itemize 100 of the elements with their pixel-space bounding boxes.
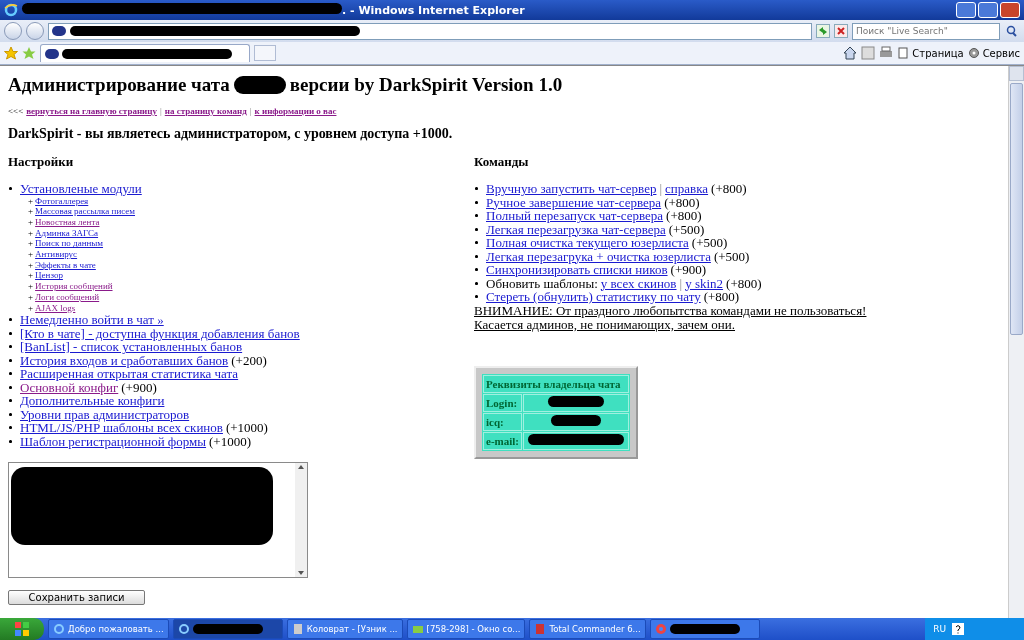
link[interactable]: Основной конфиг [20, 380, 119, 395]
taskbar-button[interactable] [649, 619, 760, 639]
forward-button[interactable] [26, 22, 44, 40]
text: (+500) [668, 222, 705, 236]
link[interactable]: к информации о вас [254, 106, 337, 116]
save-button[interactable]: Сохранить записи [8, 590, 145, 606]
link[interactable]: [Кто в чате] - доступна функция добавления банов [20, 326, 300, 341]
separator: | [679, 276, 683, 290]
link[interactable]: справка [665, 182, 709, 196]
link[interactable]: Шаблон регистрационной формы [20, 434, 207, 449]
text-area[interactable] [8, 462, 308, 579]
app-icon [534, 623, 547, 635]
text: (+800) [703, 290, 740, 304]
back-button[interactable] [4, 22, 22, 40]
taskbar-button[interactable] [172, 619, 283, 639]
link[interactable]: Дополнительные конфиги [20, 394, 165, 408]
link[interactable]: Легкая перезагрука + очистка юзерлиста [486, 249, 711, 263]
plus-sign: + [28, 216, 34, 228]
scroll-up-icon[interactable] [295, 463, 307, 472]
help-icon[interactable] [952, 623, 964, 635]
plus-sign: + [28, 227, 34, 239]
home-icon[interactable] [843, 46, 858, 60]
browser-tab[interactable] [40, 44, 250, 62]
plus-sign: + [28, 259, 34, 271]
link[interactable]: AJAX logs [35, 302, 76, 314]
taskbar-button[interactable]: Total Commander 6... [529, 619, 646, 639]
link[interactable]: Вручную запустить чат-сервер [486, 182, 657, 196]
toolbar-button[interactable]: Сервис [967, 47, 1020, 59]
link[interactable]: Антивирус [35, 249, 78, 260]
bullet-icon [9, 318, 12, 322]
text: (+900) [670, 263, 707, 277]
text: Обновить шаблоны: [486, 276, 598, 290]
table-cell: e-mail: [483, 431, 522, 450]
gear-icon [967, 47, 980, 59]
text: (+800) [711, 182, 747, 196]
bullet-icon [475, 281, 478, 285]
plus-sign: + [28, 270, 34, 282]
link[interactable]: Полная очистка текущего юзерлиста [486, 236, 689, 250]
link[interactable]: Полный перезапуск чат-сервера [486, 209, 664, 223]
text: (+800) [726, 276, 762, 290]
refresh-icon[interactable] [816, 24, 830, 38]
text: (+1000) [225, 421, 268, 435]
taskbar-button[interactable]: [758-298] - Окно со... [406, 619, 526, 639]
bullet-icon [9, 372, 12, 376]
warning-text: ВНИМАНИЕ: От праздного любопытства командами не пользоваться! [474, 303, 868, 318]
link[interactable]: у всех скинов [600, 276, 677, 290]
link[interactable]: Эффекты в чате [35, 259, 96, 271]
bullet-icon [9, 413, 12, 416]
bullet-icon [9, 187, 12, 191]
plus-sign: + [28, 302, 34, 314]
bullet-icon [9, 345, 12, 349]
link[interactable]: Ручное завершение чат-сервера [486, 195, 662, 209]
link[interactable]: История входов и сработавших банов [20, 353, 229, 368]
redaction-mark [548, 396, 604, 407]
browser-logo-icon [4, 3, 18, 17]
text: <<< [8, 106, 24, 116]
link[interactable]: История сообщений [35, 281, 113, 292]
toolbar-button[interactable]: Страница [897, 47, 964, 59]
link[interactable]: Синхронизировать списки ников [486, 263, 668, 277]
plus-sign: + [28, 249, 34, 260]
link[interactable]: Стереть (обнулить) статистику по чату [486, 290, 701, 304]
text: (+500) [691, 236, 728, 250]
link[interactable]: Уровни прав администраторов [20, 407, 190, 422]
star-plus-icon[interactable] [22, 46, 36, 60]
link[interactable]: на страницу команд [164, 106, 247, 116]
link[interactable]: Массовая рассылка писем [35, 206, 135, 217]
stop-icon[interactable] [834, 24, 848, 38]
taskbar-button[interactable]: Добро пожаловать ... [48, 619, 169, 639]
link[interactable]: [BanList] - список установленных банов [20, 340, 243, 354]
printer-icon[interactable] [879, 46, 894, 60]
close-button[interactable] [1000, 2, 1020, 18]
link[interactable]: Поиск по данным [35, 238, 104, 249]
link[interactable]: Админка ЗАГСа [35, 227, 99, 239]
link[interactable]: Логи сообщений [35, 291, 100, 303]
link[interactable]: Фотогаллерея [35, 195, 89, 207]
folder-icon [411, 623, 424, 635]
scrollbar[interactable] [1008, 66, 1024, 618]
link[interactable]: Легкая перезагрузка чат-сервера [486, 222, 666, 236]
link[interactable]: Немедленно войти в чат » [20, 313, 164, 327]
plus-sign: + [28, 281, 34, 292]
link[interactable]: Цензор [35, 270, 63, 282]
start-button[interactable] [0, 618, 44, 640]
link[interactable]: Новостная лента [35, 216, 100, 228]
bullet-icon [475, 227, 478, 231]
star-icon[interactable] [4, 46, 18, 60]
search-field[interactable]: Поиск "Live Search" [852, 22, 1000, 40]
taskbar-button[interactable]: Коловрат - [Узник ... [286, 619, 403, 639]
plus-sign: + [28, 195, 34, 207]
minimize-button[interactable] [956, 2, 976, 18]
app-icon [291, 623, 304, 635]
maximize-button[interactable] [978, 2, 998, 18]
address-field[interactable] [48, 22, 812, 40]
link[interactable]: Расширенная открытая статистика чата [20, 367, 239, 381]
separator: | [249, 106, 252, 116]
bullet-icon [475, 214, 478, 218]
link[interactable]: у skin2 [685, 276, 724, 290]
task-label: [758-298] - Окно со... [426, 624, 521, 634]
link[interactable]: вернуться на главную страницу [26, 106, 157, 116]
link[interactable]: Установленые модули [20, 182, 142, 196]
link[interactable]: HTML/JS/PHP шаблоны всех скинов [20, 421, 223, 435]
